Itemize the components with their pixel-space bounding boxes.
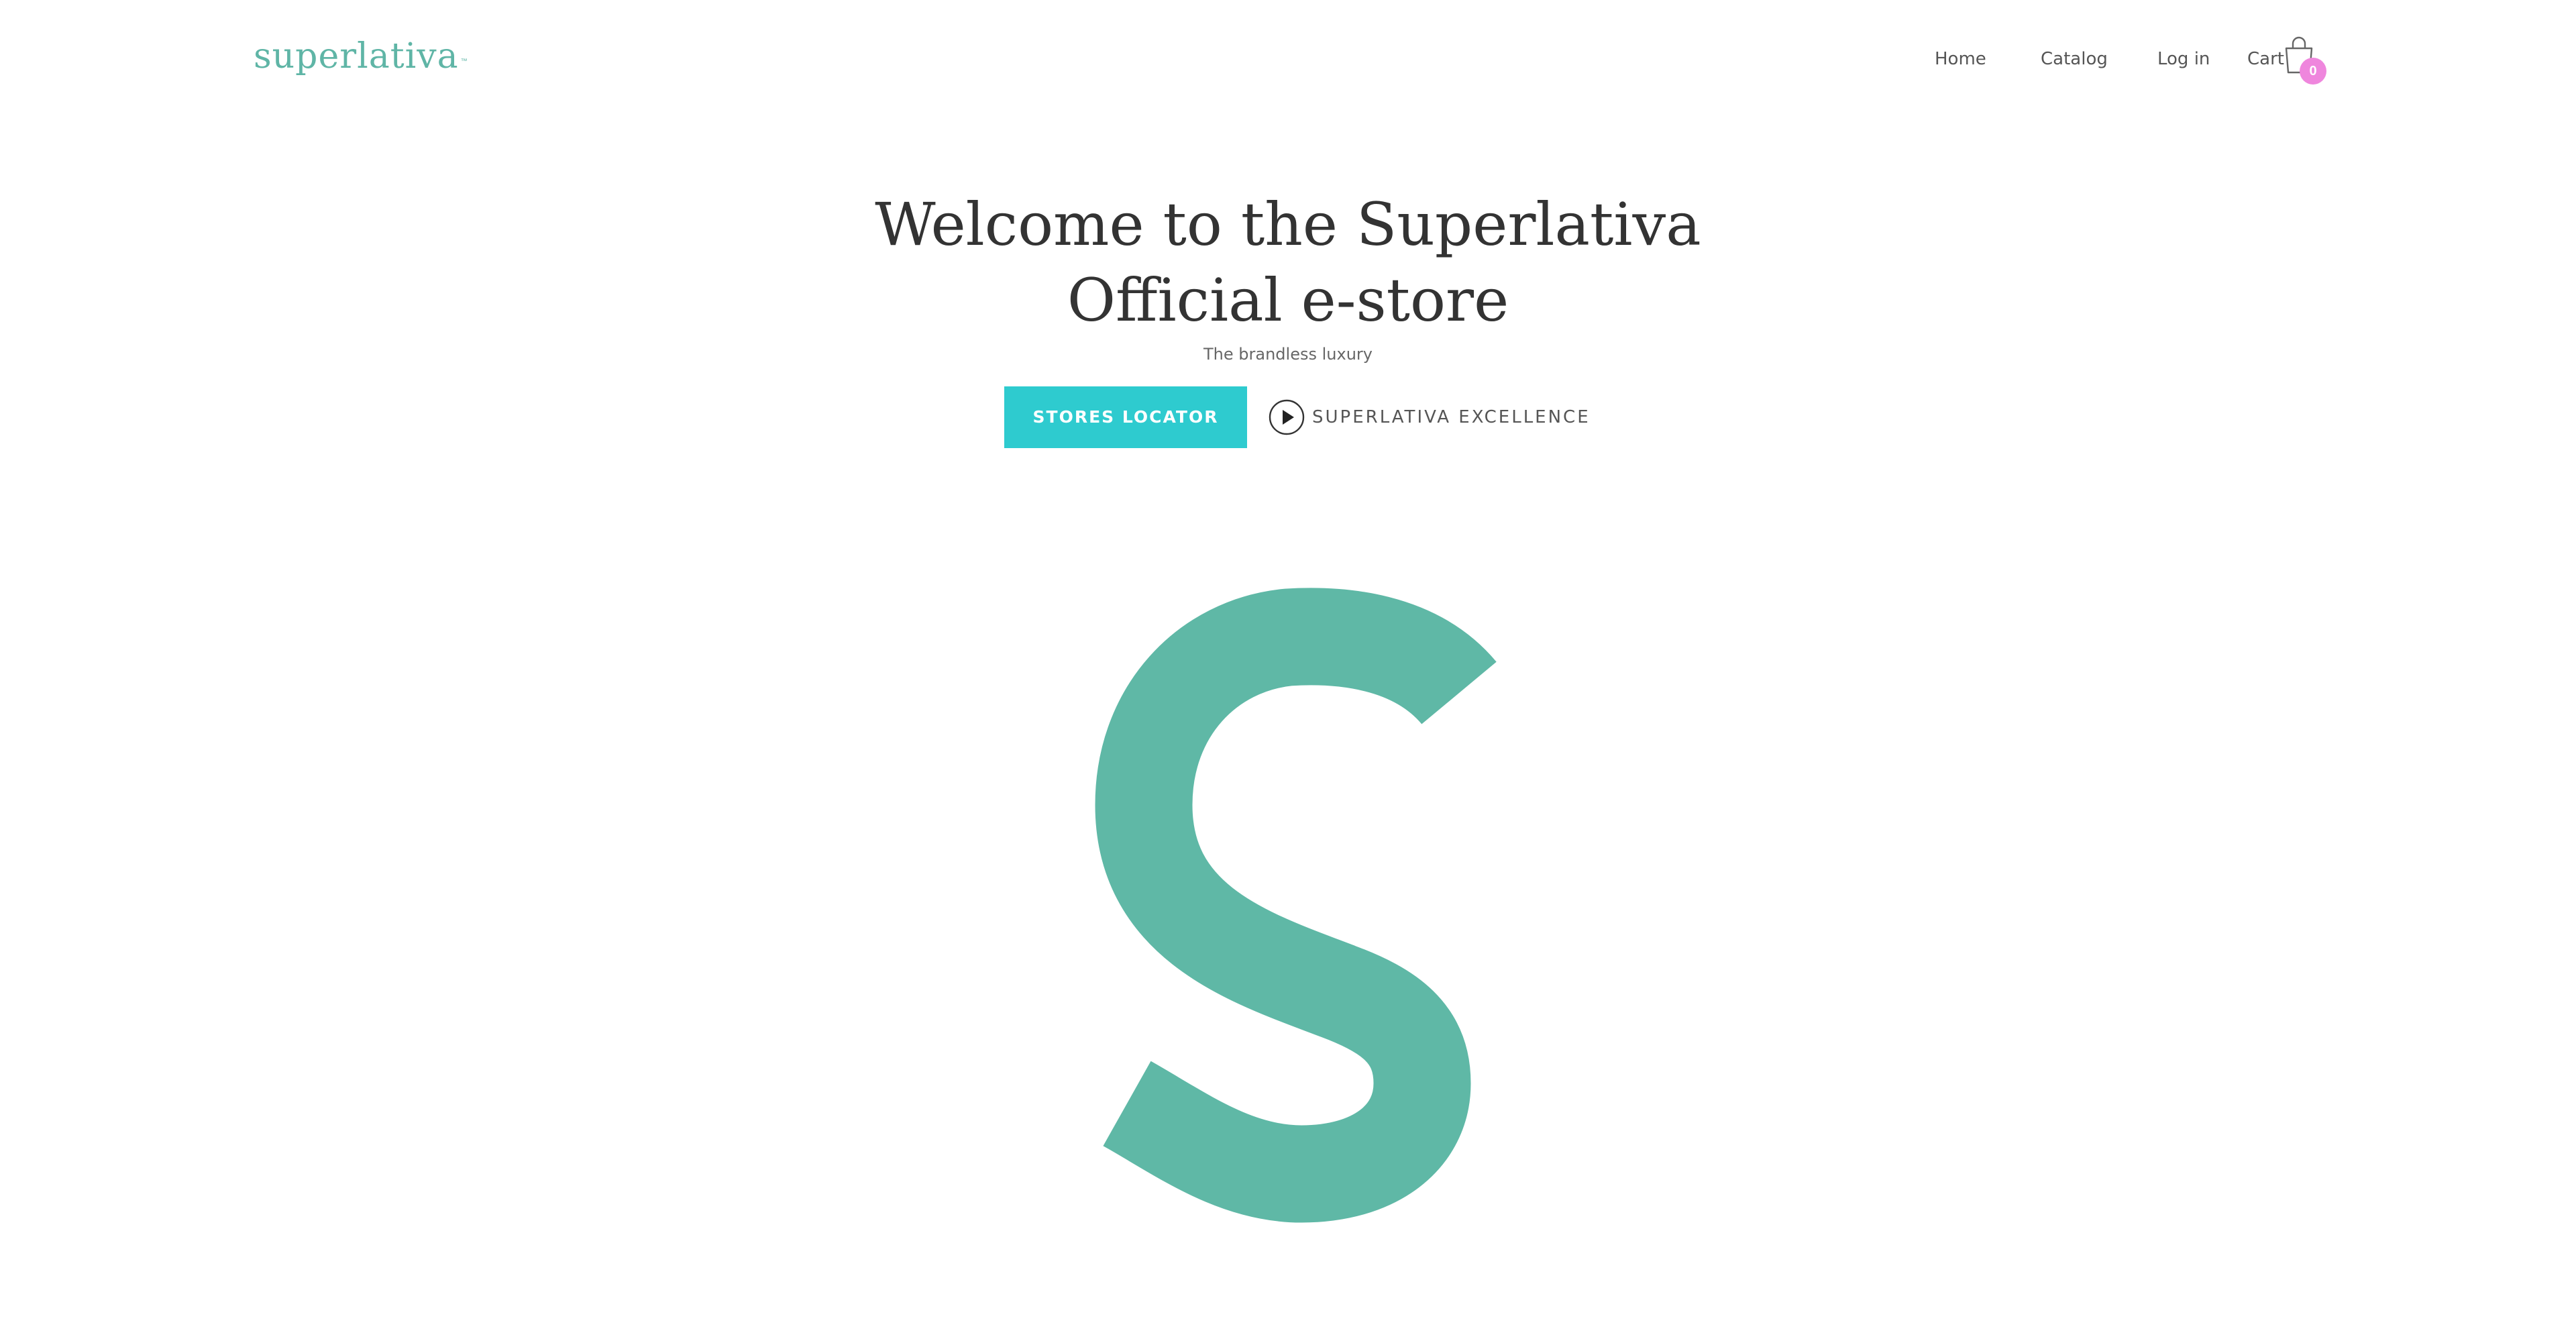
play-circle-icon[interactable] (1268, 398, 1305, 436)
page-title: Welcome to the Superlativa Official e-st… (875, 190, 1701, 335)
nav-cart-link[interactable]: Cart (2247, 43, 2284, 75)
nav-home-link[interactable]: Home (1935, 43, 1986, 75)
video-link-label: SUPERLATIVA EXCELLENCE (1312, 407, 1591, 427)
site-header: superlativa ™ Home Catalog Log in Cart 0 (0, 0, 2576, 114)
cart-count-badge[interactable]: 0 (2300, 58, 2326, 85)
hero-subtitle: The brandless luxury (1203, 345, 1373, 364)
nav-login-link[interactable]: Log in (2157, 43, 2210, 75)
stores-locator-button[interactable]: STORES LOCATOR (1004, 386, 1247, 448)
main-nav: Home Catalog Log in Cart (0, 43, 2576, 75)
nav-catalog-link[interactable]: Catalog (2041, 43, 2108, 75)
superlativa-s-logo-icon (1095, 588, 1497, 1223)
